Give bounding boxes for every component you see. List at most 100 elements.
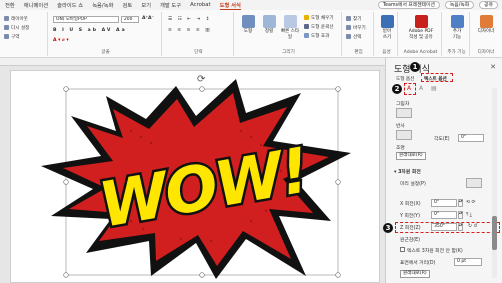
x-rotation-spinner[interactable]: ▴▾ <box>458 199 463 207</box>
pane-scroll-thumb[interactable] <box>492 216 497 250</box>
arrange-button[interactable]: 정렬 <box>258 15 280 35</box>
wow-burst-graphic[interactable]: ⟳ WOW! <box>11 71 381 283</box>
format-shape-pane: 도형 서식 ✕ 도형 옵션 텍스트 옵션 1 2 A A ▤ 그림자 반사 각도… <box>383 58 502 283</box>
select-button[interactable]: 선택 <box>346 34 361 40</box>
tab-record[interactable]: 녹음/녹화 <box>92 1 113 9</box>
group-adobe-label: Adobe Acrobat <box>403 50 438 55</box>
group-designer: 디자이너 디자이너 <box>472 12 500 56</box>
group-voice-label: 음성 <box>382 50 391 55</box>
text-effects-icon[interactable]: A <box>419 85 423 92</box>
menubar-actions: Teams에서 프레젠테이션 녹음/녹화 공유 <box>377 1 498 9</box>
section-icon <box>4 34 9 39</box>
shape-effects-button[interactable]: 도형 효과 <box>304 33 329 39</box>
dictate-button[interactable]: 받아 쓰기 <box>376 15 398 40</box>
tab-transitions[interactable]: 전환 <box>5 1 15 9</box>
create-pdf-button[interactable]: Adobe PDF 작성 및 공유 <box>406 15 436 40</box>
reflection-preset-swatch[interactable] <box>396 130 412 140</box>
group-addins-label: 추가 기능 <box>447 50 466 55</box>
list-buttons[interactable]: ☰ ☷ ⇤ ⇥ ↕ <box>168 17 212 22</box>
font-size-combo[interactable]: 200 <box>121 16 139 23</box>
shape-outline-button[interactable]: 도형 윤곽선 <box>304 24 334 30</box>
tab-developer[interactable]: 개발 도구 <box>160 1 181 9</box>
shapes-button[interactable]: 도형 <box>237 15 259 35</box>
ribbon: 레이아웃 다시 설정 구역 ON) 모바일POP 200 A⁺A⁻ B I U … <box>0 10 502 58</box>
record-button[interactable]: 녹음/녹화 <box>444 1 475 9</box>
text-fill-icon[interactable]: A <box>407 85 411 92</box>
tab-review[interactable]: 검토 <box>122 1 132 9</box>
group-editing: 찾기 바꾸기 선택 편집 <box>344 12 374 56</box>
quick-styles-icon <box>283 15 297 28</box>
shadow-label: 그림자 <box>396 102 410 107</box>
slide[interactable]: ⟳ WOW! <box>10 70 380 283</box>
reset-icon <box>4 25 9 30</box>
y-rotation-input[interactable]: 0° <box>431 211 457 219</box>
reset-button[interactable]: 다시 설정 <box>4 25 29 31</box>
reset-button-1[interactable]: 원래대로(R) <box>396 152 426 160</box>
z-rotate-icons[interactable]: ↻ ↺ <box>468 224 478 229</box>
x-rotate-left-icon[interactable]: ⟲ ⟳ <box>466 200 476 205</box>
textbox-icon[interactable]: ▤ <box>431 85 437 92</box>
softedge-input[interactable]: 0° <box>458 134 484 142</box>
presets-label: 미리 설정(P) <box>400 182 426 187</box>
group-addins: 추가 기능 추가 기능 <box>444 12 470 56</box>
tab-shape-options[interactable]: 도형 옵션 <box>396 76 414 82</box>
keep-text-flat-checkbox[interactable] <box>400 247 405 252</box>
grow-font-icon[interactable]: A⁺A⁻ <box>142 16 154 21</box>
tab-acrobat[interactable]: Acrobat <box>190 2 210 8</box>
section-button[interactable]: 구역 <box>4 34 19 40</box>
fill-bucket-icon <box>304 15 309 20</box>
tab-shape-format[interactable]: 도형 서식 <box>219 1 241 10</box>
y-rotate-icons[interactable]: ⤒ ⤓ <box>466 212 472 218</box>
slide-canvas: ⟳ WOW! <box>0 66 385 283</box>
tab-view[interactable]: 보기 <box>141 1 151 9</box>
designer-button[interactable]: 디자이너 <box>475 15 497 35</box>
group-designer-label: 디자이너 <box>477 50 495 55</box>
pane-scrollbar[interactable] <box>492 88 497 278</box>
find-button[interactable]: 찾기 <box>346 16 361 22</box>
presets-swatch[interactable] <box>466 178 482 188</box>
designer-icon <box>479 15 493 28</box>
font-name-combo[interactable]: ON) 모바일POP <box>53 16 119 23</box>
glow-label: 조명 <box>396 146 405 151</box>
share-button[interactable]: 공유 <box>479 1 498 9</box>
x-rotation-label: X 회전(X) <box>400 202 421 207</box>
group-font: ON) 모바일POP 200 A⁺A⁻ B I U S ab AV Aa A ▾… <box>50 12 162 56</box>
font-style-buttons[interactable]: B I U S ab AV Aa <box>53 28 127 33</box>
group-font-label: 글꼴 <box>101 50 110 55</box>
search-icon <box>346 16 351 21</box>
reset-button-2[interactable]: 원래대로(R) <box>400 270 430 278</box>
close-icon[interactable]: ✕ <box>490 63 496 71</box>
perspective-label: 원근감(E) <box>400 238 421 243</box>
font-color-icon[interactable]: A ▾ ⌀ ▾ <box>53 38 69 43</box>
replace-button[interactable]: 바꾸기 <box>346 25 366 31</box>
pen-icon <box>304 24 309 29</box>
z-rotation-spinner[interactable]: ▴▾ <box>458 223 463 231</box>
softedge-label: 각도(E) <box>434 137 450 142</box>
shape-fill-button[interactable]: 도형 채우기 <box>304 15 334 21</box>
rotate-handle-icon[interactable]: ⟳ <box>197 74 206 85</box>
teams-present-button[interactable]: Teams에서 프레젠테이션 <box>377 1 440 9</box>
layout-button[interactable]: 레이아웃 <box>4 16 28 22</box>
y-rotation-spinner[interactable]: ▴▾ <box>458 211 463 219</box>
align-buttons[interactable]: ≡ ≡ ≡ ≡ ▥ <box>168 28 212 33</box>
step-badge-2: 2 <box>392 84 402 94</box>
layout-icon <box>4 16 9 21</box>
distance-label: 표면에서 거리(D) <box>400 261 436 266</box>
highlight-box-1 <box>421 73 453 82</box>
rotation3d-section-header[interactable]: ▾ 3차원 회전 <box>394 168 421 175</box>
menu-bar: 전환 애니메이션 슬라이드 쇼 녹음/녹화 검토 보기 개발 도구 Acroba… <box>0 0 502 10</box>
keep-text-flat-label: 텍스트 3차원 회전 안 함(K) <box>407 249 463 254</box>
cursor-icon <box>346 34 351 39</box>
group-paragraph-label: 단락 <box>194 50 203 55</box>
z-rotation-input[interactable]: 350° <box>431 223 457 231</box>
tab-animations[interactable]: 애니메이션 <box>24 1 48 9</box>
x-rotation-input[interactable]: 0° <box>431 199 457 207</box>
addins-button[interactable]: 추가 기능 <box>446 15 468 40</box>
group-adobe: Adobe PDF 작성 및 공유 Adobe Acrobat <box>400 12 442 56</box>
horizontal-ruler[interactable] <box>0 58 385 66</box>
shadow-preset-swatch[interactable] <box>396 108 412 118</box>
tab-slideshow[interactable]: 슬라이드 쇼 <box>57 1 83 9</box>
distance-input[interactable]: 0 pt <box>454 258 482 266</box>
quick-styles-button[interactable]: 빠른 스타일 <box>279 15 301 40</box>
replace-icon <box>346 25 351 30</box>
